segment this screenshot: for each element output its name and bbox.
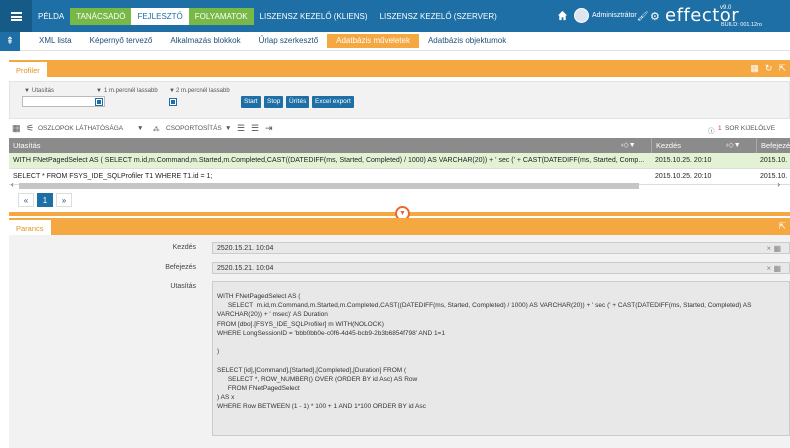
info-icon: ⓘ	[708, 128, 715, 135]
cell-befejezes: 2015.10.	[760, 157, 788, 164]
filter-slow2-label: 2 m.percnél lassabb	[176, 88, 230, 94]
menu-icon[interactable]	[0, 0, 32, 32]
filter-utasitas-label: Utasítás	[32, 88, 55, 94]
horizontal-scrollbar[interactable]: ‹ ›	[9, 180, 790, 190]
cell-kezdes: 2015.10.25. 20:10	[655, 157, 712, 164]
sort-icon[interactable]: ‹◇▼	[621, 141, 636, 149]
filter-icon: ▼	[169, 88, 175, 94]
utasitas-textarea[interactable]: WITH FNetPagedSelect AS ( SELECT m.id,m.…	[212, 281, 790, 436]
brush-icon[interactable]: 🖌	[637, 11, 648, 22]
table-icon[interactable]: ▦	[12, 123, 21, 134]
nav-liszensz-kliens[interactable]: LISZENSZ KEZELŐ (KLIENS)	[254, 8, 374, 25]
pager-current-page[interactable]: 1	[37, 193, 53, 207]
user-name[interactable]: Adminisztrátor	[592, 12, 637, 19]
grid-toolbar: ▦ ⚟ OSZLOPOK LÁTHATÓSÁGA ▼ ⁂ CSOPORTOSÍT…	[9, 122, 790, 136]
befejezes-field[interactable]: 2520.15.21. 10:04 × ▦	[212, 262, 790, 274]
grid-icon[interactable]: ▦	[750, 63, 759, 74]
col-befejezes[interactable]: Befejezés	[756, 138, 790, 153]
kezdes-field[interactable]: 2520.15.21. 10:04 × ▦	[212, 242, 790, 254]
nav-fejleszto[interactable]: FEJLESZTŐ	[131, 8, 189, 25]
befejezes-label: Befejezés	[165, 264, 196, 271]
filter-slow1-label: 1 m.percnél lassabb	[104, 88, 158, 94]
chevron-down-icon[interactable]: ▼	[137, 125, 143, 132]
tab-parancs[interactable]: Parancs	[9, 218, 51, 235]
kezdes-label: Kezdés	[172, 244, 196, 251]
selected-count: 1	[718, 125, 722, 132]
pager-next-button[interactable]: »	[56, 193, 72, 207]
nav-folyamatok[interactable]: FOLYAMATOK	[188, 8, 254, 25]
pager-first-button[interactable]: «	[18, 193, 34, 207]
gear-icon[interactable]: ⚙	[650, 10, 660, 23]
table-row[interactable]: WITH FNetPagedSelect AS ( SELECT m.id,m.…	[9, 153, 790, 169]
chevron-down-icon[interactable]: ▼	[225, 125, 231, 132]
utasitas-label: Utasítás	[170, 283, 196, 290]
ordered-list-icon[interactable]: ☰	[251, 123, 259, 134]
stop-button[interactable]: Stop	[264, 96, 284, 108]
columns-visibility-dropdown[interactable]: OSZLOPOK LÁTHATÓSÁGA	[38, 125, 123, 132]
filter-icon: ▼	[96, 88, 102, 94]
nav-pelda[interactable]: PÉLDA	[32, 8, 70, 25]
col-utasitas[interactable]: Utasítás	[9, 138, 651, 153]
chevron-left-icon[interactable]: ‹	[11, 180, 14, 189]
columns-icon[interactable]: ⚟	[26, 123, 34, 134]
cell-utasitas: WITH FNetPagedSelect AS ( SELECT m.id,m.…	[13, 157, 645, 164]
nav-tanacsado[interactable]: TANÁCSADÓ	[70, 8, 132, 25]
sub-nav: XML lista Képernyő tervező Alkalmazás bl…	[30, 34, 515, 48]
clear-calendar-icon[interactable]: × ▦	[767, 243, 781, 255]
sort-icon[interactable]: ‹◇▼	[726, 141, 741, 149]
filter-box: ▼ Utasítás ▼ 1 m.percnél lassabb ▼ 2 m.p…	[9, 81, 790, 119]
subnav-xml-lista[interactable]: XML lista	[30, 34, 81, 48]
subnav-alkalmazas-blokkok[interactable]: Alkalmazás blokkok	[161, 34, 249, 48]
tab-profiler[interactable]: Profiler	[9, 60, 47, 77]
profiler-header: Profiler ▦ ↻ ⇱	[9, 60, 790, 77]
utasitas-filter-input[interactable]: ×	[22, 96, 105, 107]
pager: « 1 »	[18, 193, 72, 207]
clear-button[interactable]: Ürítés	[286, 96, 310, 108]
grouping-dropdown[interactable]: CSOPORTOSÍTÁS	[166, 125, 222, 132]
export-icon[interactable]: ⇱	[778, 221, 786, 232]
subnav-adatbazis-objektumok[interactable]: Adatbázis objektumok	[419, 34, 515, 48]
logo-build: BUILD: 001.12ro	[721, 22, 762, 28]
parancs-header: Parancs ⇱	[9, 218, 790, 235]
befejezes-value: 2520.15.21. 10:04	[217, 265, 274, 272]
chevron-right-icon[interactable]: ›	[777, 180, 780, 189]
home-icon[interactable]	[557, 10, 568, 21]
list-icon[interactable]: ☰	[237, 123, 245, 134]
kezdes-value: 2520.15.21. 10:04	[217, 245, 274, 252]
subnav-adatbazis-muveletek[interactable]: Adatbázis műveletek	[327, 34, 419, 48]
group-icon[interactable]: ⁂	[153, 125, 160, 133]
slow1-checkbox[interactable]	[95, 98, 103, 106]
clear-calendar-icon[interactable]: × ▦	[767, 263, 781, 275]
slow2-checkbox[interactable]	[169, 98, 177, 106]
filter-icon: ▼	[24, 88, 30, 94]
indent-icon[interactable]: ⇥	[265, 123, 273, 134]
avatar[interactable]	[574, 8, 589, 23]
top-bar: PÉLDA TANÁCSADÓ FEJLESZTŐ FOLYAMATOK LIS…	[0, 0, 790, 32]
subnav-kepernyo-tervezo[interactable]: Képernyő tervező	[81, 34, 162, 48]
start-button[interactable]: Start	[241, 96, 261, 108]
excel-export-button[interactable]: Excel export	[312, 96, 354, 108]
grid-header: Utasítás ‹◇▼ Kezdés ‹◇▼ Befejezés	[9, 138, 790, 153]
nav-liszensz-szerver[interactable]: LISZENSZ KEZELŐ (SZERVER)	[374, 8, 503, 25]
export-icon[interactable]: ⇱	[778, 63, 786, 74]
subnav-urlap-szerkeszto[interactable]: Űrlap szerkesztő	[250, 34, 328, 48]
selected-label: SOR KIJELÖLVE	[725, 125, 776, 132]
refresh-icon[interactable]: ↻	[765, 63, 773, 74]
scrollbar-thumb[interactable]	[19, 183, 639, 189]
main-nav: PÉLDA TANÁCSADÓ FEJLESZTŐ FOLYAMATOK LIS…	[32, 8, 503, 25]
collapse-arrow-icon[interactable]: ⇞	[0, 32, 20, 51]
logo-version: v9.0	[720, 5, 732, 11]
